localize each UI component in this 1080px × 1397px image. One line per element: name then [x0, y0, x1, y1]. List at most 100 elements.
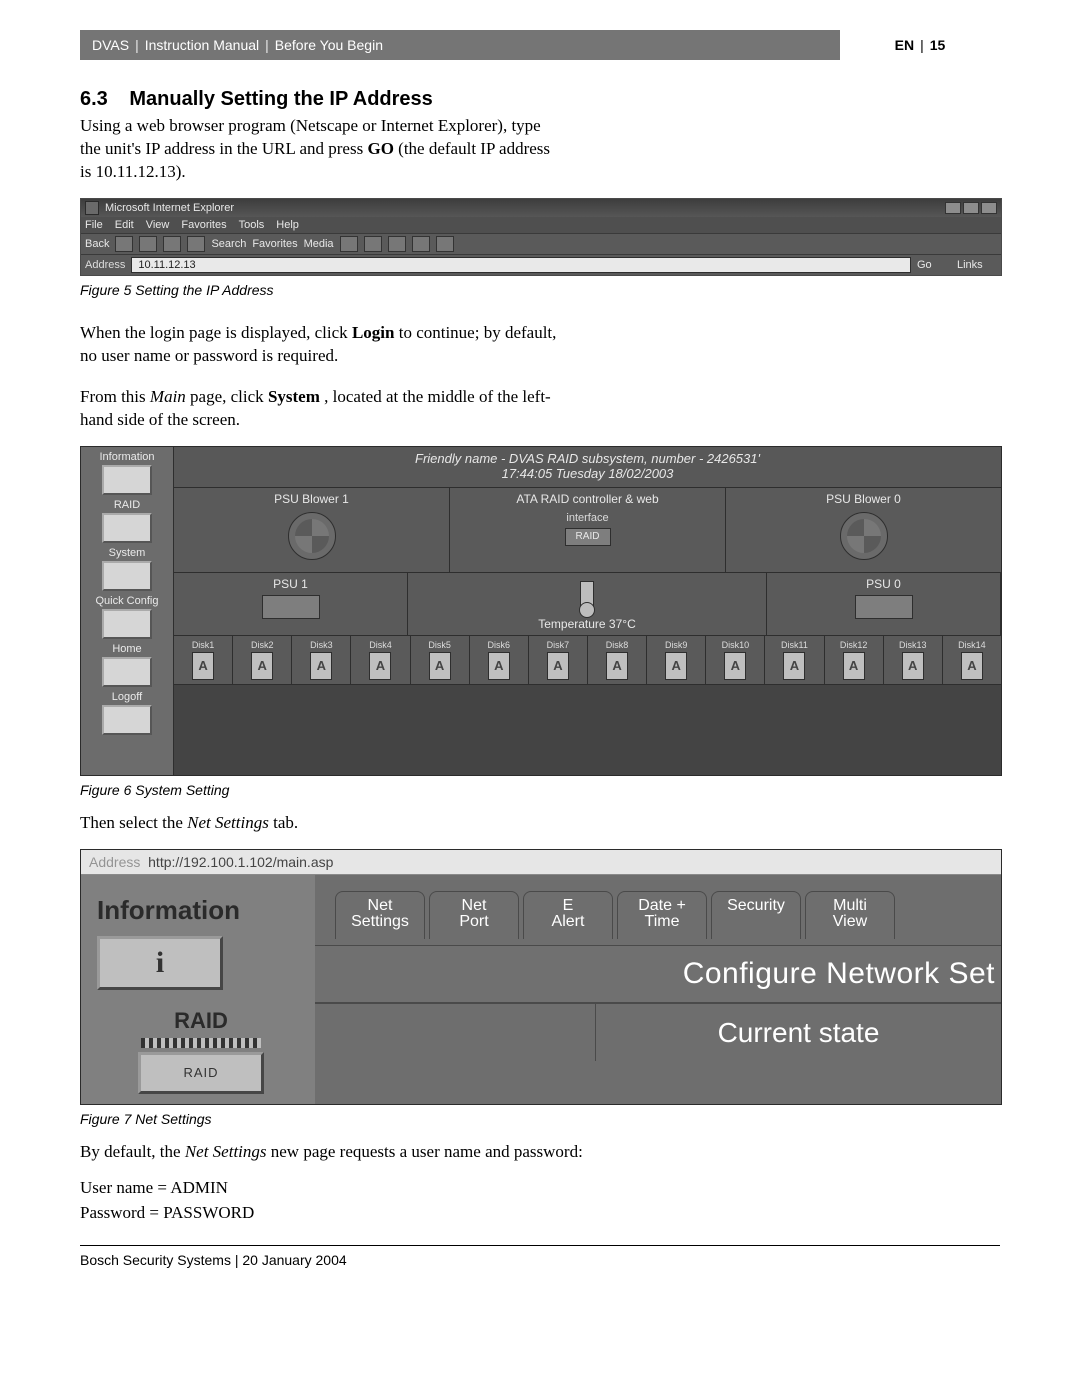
- links-button[interactable]: Links: [957, 259, 997, 271]
- address-input[interactable]: 10.11.12.13: [131, 257, 911, 273]
- toolbar-home-icon[interactable]: [187, 236, 205, 252]
- disk-grid: Disk1ADisk2ADisk3ADisk4ADisk5ADisk6ADisk…: [174, 636, 1001, 685]
- close-icon[interactable]: [981, 202, 997, 214]
- header-product: DVAS: [92, 37, 129, 53]
- menu-favorites[interactable]: Favorites: [181, 219, 226, 231]
- disk-icon: A: [606, 652, 628, 680]
- disk-slot[interactable]: Disk8 A: [588, 636, 647, 684]
- system-empty-area: [174, 685, 1001, 775]
- disk-slot[interactable]: Disk7A: [529, 636, 588, 684]
- minimize-icon[interactable]: [945, 202, 961, 214]
- disk-slot[interactable]: Disk5A: [411, 636, 470, 684]
- fan-icon: [288, 512, 336, 560]
- ie-menubar[interactable]: File Edit View Favorites Tools Help: [81, 217, 1001, 233]
- raid-button[interactable]: RAID: [138, 1052, 264, 1094]
- disk-slot[interactable]: Disk1A: [174, 636, 233, 684]
- disk-slot[interactable]: Disk4A: [351, 636, 410, 684]
- figure-7: Address http://192.100.1.102/main.asp In…: [80, 849, 1000, 1127]
- menu-edit[interactable]: Edit: [115, 219, 134, 231]
- disk-slot[interactable]: Disk2A: [233, 636, 292, 684]
- disk-icon: A: [310, 652, 332, 680]
- panel-temperature[interactable]: Temperature 37°C: [408, 573, 767, 635]
- header-page-number: 15: [930, 37, 946, 53]
- figure6-caption: Figure 6 System Setting: [80, 782, 1000, 798]
- sidebar-title-raid: RAID: [97, 1008, 305, 1034]
- disk-slot[interactable]: Disk6A: [470, 636, 529, 684]
- sidebar-item-home[interactable]: Home: [88, 643, 166, 687]
- disk-slot[interactable]: Disk14A: [943, 636, 1001, 684]
- disk-icon: A: [547, 652, 569, 680]
- header-page-indicator: EN | 15: [840, 30, 1000, 60]
- disk-slot[interactable]: Disk10A: [706, 636, 765, 684]
- footer-rule: [80, 1245, 1000, 1246]
- toolbar-refresh-icon[interactable]: [163, 236, 181, 252]
- figure5-caption: Figure 5 Setting the IP Address: [80, 282, 1000, 298]
- information-button[interactable]: i: [97, 936, 223, 990]
- disk-icon: A: [665, 652, 687, 680]
- disk-slot[interactable]: Disk3A: [292, 636, 351, 684]
- user-name-line: User name = ADMIN: [80, 1177, 560, 1200]
- sidebar-item-logoff[interactable]: Logoff: [88, 691, 166, 735]
- toolbar-icon[interactable]: [388, 236, 406, 252]
- net-sidebar: Information i RAID RAID: [81, 875, 315, 1104]
- tab-security[interactable]: Security: [711, 891, 801, 940]
- toolbar-stop-icon[interactable]: [139, 236, 157, 252]
- maximize-icon[interactable]: [963, 202, 979, 214]
- page-header: DVAS | Instruction Manual | Before You B…: [80, 30, 1000, 60]
- tab-e-alert[interactable]: EAlert: [523, 891, 613, 940]
- sidebar-item-information[interactable]: Information: [88, 451, 166, 495]
- top-panels: PSU Blower 1 ATA RAID controller & web i…: [174, 488, 1001, 573]
- toolbar-icon[interactable]: [436, 236, 454, 252]
- ie-title-text: Microsoft Internet Explorer: [105, 202, 234, 214]
- menu-file[interactable]: File: [85, 219, 103, 231]
- net-address-bar[interactable]: Address http://192.100.1.102/main.asp: [81, 850, 1001, 875]
- toolbar-forward-icon[interactable]: [115, 236, 133, 252]
- header-lang: EN: [895, 37, 914, 53]
- tab-net-port[interactable]: NetPort: [429, 891, 519, 940]
- sidebar-item-quickconfig[interactable]: Quick Config: [88, 595, 166, 639]
- menu-view[interactable]: View: [146, 219, 170, 231]
- panel-psu-blower-1[interactable]: PSU Blower 1: [174, 488, 450, 572]
- menu-help[interactable]: Help: [276, 219, 299, 231]
- disk-icon: A: [724, 652, 746, 680]
- disk-label: Disk8: [588, 640, 646, 650]
- toolbar-media[interactable]: Media: [304, 238, 334, 250]
- system-sidebar: Information RAID System Quick Config: [81, 447, 174, 775]
- panel-controller[interactable]: ATA RAID controller & web interface RAID: [450, 488, 726, 572]
- tab-date-time[interactable]: Date +Time: [617, 891, 707, 940]
- password-line: Password = PASSWORD: [80, 1202, 560, 1225]
- toolbar-icon[interactable]: [340, 236, 358, 252]
- quick-config-icon: [102, 609, 152, 639]
- toolbar-icon[interactable]: [412, 236, 430, 252]
- panel-psu-1[interactable]: PSU 1: [174, 573, 408, 635]
- disk-label: Disk14: [943, 640, 1001, 650]
- disk-slot[interactable]: Disk11A: [765, 636, 824, 684]
- toolbar-favorites[interactable]: Favorites: [252, 238, 297, 250]
- sidebar-item-raid[interactable]: RAID: [88, 499, 166, 543]
- toolbar-search[interactable]: Search: [211, 238, 246, 250]
- disk-slot[interactable]: Disk12A: [825, 636, 884, 684]
- ie-toolbar[interactable]: Back Search Favorites Media: [81, 233, 1001, 255]
- system-icon: [102, 561, 152, 591]
- main-page-paragraph: From this Main page, click System , loca…: [80, 386, 560, 432]
- tab-net-settings[interactable]: NetSettings: [335, 891, 425, 940]
- disk-icon: A: [902, 652, 924, 680]
- disk-label: Disk2: [233, 640, 291, 650]
- figure-5: Microsoft Internet Explorer File Edit Vi…: [80, 198, 1000, 298]
- toolbar-back[interactable]: Back: [85, 238, 109, 250]
- panel-psu-blower-0[interactable]: PSU Blower 0: [726, 488, 1001, 572]
- info-icon: [102, 465, 152, 495]
- system-window: Information RAID System Quick Config: [80, 446, 1002, 776]
- menu-tools[interactable]: Tools: [239, 219, 265, 231]
- info-icon: i: [156, 946, 164, 980]
- disk-label: Disk9: [647, 640, 705, 650]
- disk-slot[interactable]: Disk13A: [884, 636, 943, 684]
- system-headline: Friendly name - DVAS RAID subsystem, num…: [174, 447, 1001, 488]
- tab-multi-view[interactable]: MultiView: [805, 891, 895, 940]
- disk-slot[interactable]: Disk9 A: [647, 636, 706, 684]
- panel-psu-0[interactable]: PSU 0: [767, 573, 1001, 635]
- sidebar-item-system[interactable]: System: [88, 547, 166, 591]
- toolbar-icon[interactable]: [364, 236, 382, 252]
- go-button[interactable]: Go: [917, 259, 951, 271]
- header-section: Before You Begin: [275, 37, 383, 53]
